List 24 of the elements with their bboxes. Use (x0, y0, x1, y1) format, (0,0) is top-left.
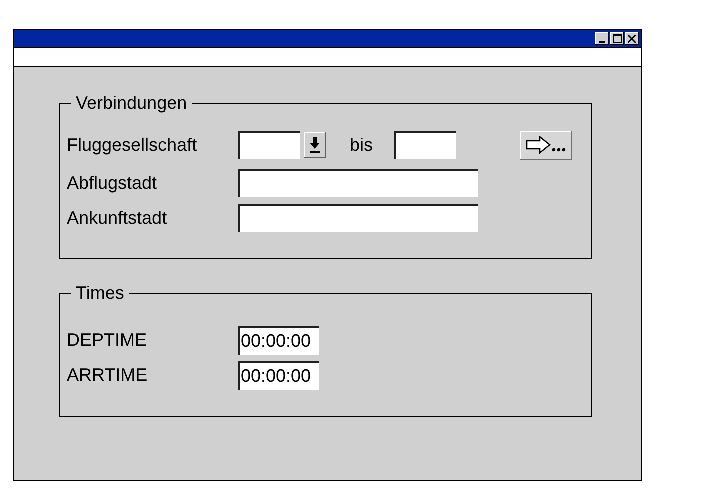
input-field[interactable] (394, 131, 456, 159)
time-field[interactable]: 00:00:00 (238, 326, 319, 354)
field-label: Fluggesellschaft (67, 134, 198, 156)
maximize-button[interactable] (610, 32, 624, 45)
close-button[interactable] (625, 32, 639, 45)
group-title: Verbindungen (75, 93, 188, 114)
dropdown-button[interactable] (304, 132, 326, 158)
time-field[interactable]: 00:00:00 (238, 360, 319, 390)
input-field[interactable] (238, 169, 478, 197)
field-label: Abflugstadt (67, 172, 158, 194)
minimize-icon (599, 40, 605, 42)
field-label: Ankunftstadt (67, 208, 168, 228)
more-button[interactable] (520, 130, 572, 160)
maximize-icon (612, 34, 622, 43)
range-label: bis (350, 134, 374, 156)
arrow-icon (526, 136, 566, 154)
input-field[interactable] (238, 131, 300, 159)
group-title: Times (75, 283, 126, 304)
close-icon (628, 34, 636, 42)
input-field[interactable] (238, 204, 478, 232)
field-label: DEPTIME (67, 330, 148, 350)
minimize-button[interactable] (595, 32, 609, 45)
field-label: ARRTIME (67, 364, 149, 386)
download-icon (309, 136, 321, 154)
